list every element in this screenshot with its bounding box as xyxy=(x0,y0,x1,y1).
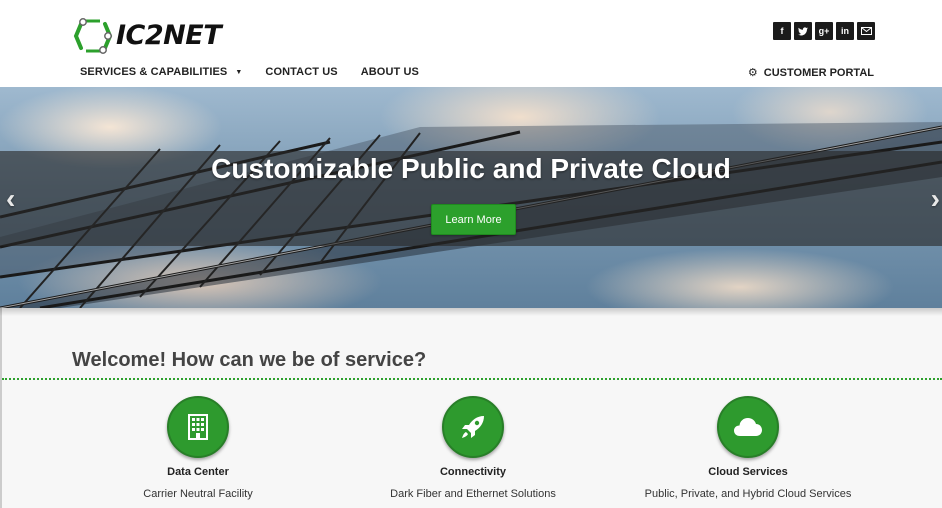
logo-text: IC2NET xyxy=(116,20,222,51)
service-description: Dark Fiber and Ethernet Solutions xyxy=(390,488,556,500)
service-circle[interactable] xyxy=(167,396,229,458)
nav-services-label: SERVICES & CAPABILITIES xyxy=(80,66,228,78)
social-links: f g+ in xyxy=(773,22,875,40)
nav-item-contact[interactable]: CONTACT US xyxy=(265,66,337,78)
service-title: Data Center xyxy=(167,466,229,478)
twitter-icon[interactable] xyxy=(794,22,812,40)
nav-item-services[interactable]: SERVICES & CAPABILITIES ▼ xyxy=(80,66,242,78)
hero-carousel: Customizable Public and Private Cloud Le… xyxy=(0,87,942,308)
hero-shadow xyxy=(0,308,942,316)
nav-about-label: ABOUT US xyxy=(360,66,419,78)
linkedin-icon[interactable]: in xyxy=(836,22,854,40)
service-description: Carrier Neutral Facility xyxy=(143,488,253,500)
hero-title: Customizable Public and Private Cloud xyxy=(211,153,731,184)
facebook-icon[interactable]: f xyxy=(773,22,791,40)
welcome-heading: Welcome! How can we be of service? xyxy=(72,349,427,371)
section-divider xyxy=(2,378,942,380)
main-nav: SERVICES & CAPABILITIES ▼ CONTACT US ABO… xyxy=(80,66,442,78)
site-logo[interactable]: IC2NET xyxy=(72,17,222,55)
carousel-prev-icon[interactable]: ‹ xyxy=(6,185,15,213)
service-cloud[interactable]: Cloud Services Public, Private, and Hybr… xyxy=(628,396,868,500)
service-data-center[interactable]: Data Center Carrier Neutral Facility xyxy=(78,396,318,500)
service-description: Public, Private, and Hybrid Cloud Servic… xyxy=(644,488,852,500)
google-plus-icon[interactable]: g+ xyxy=(815,22,833,40)
logo-mark-icon xyxy=(73,18,113,54)
service-circle[interactable] xyxy=(717,396,779,458)
caret-down-icon: ▼ xyxy=(235,68,243,76)
service-title: Connectivity xyxy=(439,466,506,478)
site-header: IC2NET f g+ in SERVICES & CAPABILITIES ▼… xyxy=(0,0,942,87)
carousel-next-icon[interactable]: › xyxy=(931,185,940,213)
nav-contact-label: CONTACT US xyxy=(265,66,338,78)
building-icon xyxy=(188,414,208,440)
service-title: Cloud Services xyxy=(708,466,788,478)
service-circle[interactable] xyxy=(442,396,504,458)
cloud-icon xyxy=(734,418,762,436)
rocket-icon xyxy=(462,416,484,438)
service-connectivity[interactable]: Connectivity Dark Fiber and Ethernet Sol… xyxy=(353,396,593,500)
learn-more-button[interactable]: Learn More xyxy=(431,204,516,235)
customer-portal-label: CUSTOMER PORTAL xyxy=(763,66,874,79)
gear-icon: ⚙ xyxy=(747,67,758,79)
nav-item-about[interactable]: ABOUT US xyxy=(361,66,419,78)
customer-portal-link[interactable]: ⚙ CUSTOMER PORTAL xyxy=(747,66,874,80)
email-icon[interactable] xyxy=(857,22,875,40)
